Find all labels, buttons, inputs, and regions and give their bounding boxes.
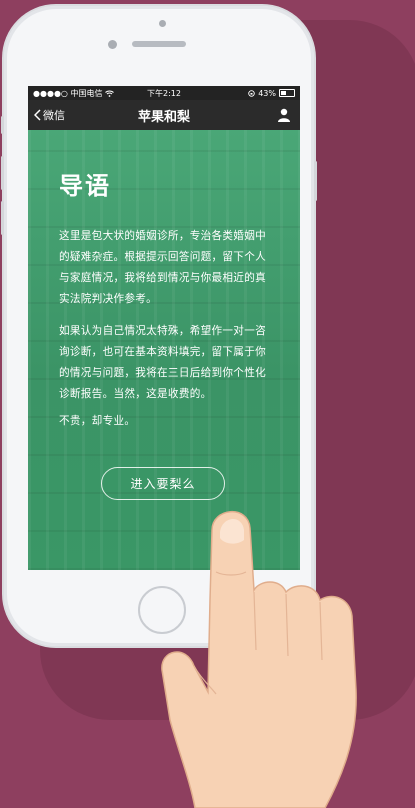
intro-paragraph-2: 如果认为自己情况太特殊，希望作一对一咨询诊断，也可在基本资料填完，留下属于你的情… (59, 325, 266, 400)
mute-switch (1, 116, 4, 134)
volume-up-button (1, 156, 4, 190)
status-bar: ●●●●○ 中国电信 下午2:12 43% (28, 86, 300, 100)
intro-paragraph-1: 这里是包大状的婚姻诊所，专治各类婚姻中的疑难杂症。根据提示回答问题，留下个人与家… (59, 230, 266, 305)
intro-paragraph-3: 不贵，却专业。 (59, 415, 136, 427)
status-time: 下午2:12 (147, 88, 181, 98)
back-label: 微信 (43, 109, 65, 122)
nav-bar: 微信 苹果和梨 (28, 100, 300, 130)
front-camera (108, 40, 117, 49)
earpiece-speaker (132, 41, 186, 47)
intro-heading: 导语 (59, 172, 111, 200)
proximity-sensor (159, 20, 166, 27)
pointing-hand-illustration (161, 511, 357, 808)
volume-down-button (1, 201, 4, 235)
page-title: 苹果和梨 (137, 109, 190, 125)
battery-icon (279, 89, 295, 97)
chevron-left-icon (34, 109, 41, 121)
back-button[interactable]: 微信 (28, 107, 65, 123)
user-icon[interactable] (277, 108, 291, 122)
power-button (314, 161, 317, 201)
